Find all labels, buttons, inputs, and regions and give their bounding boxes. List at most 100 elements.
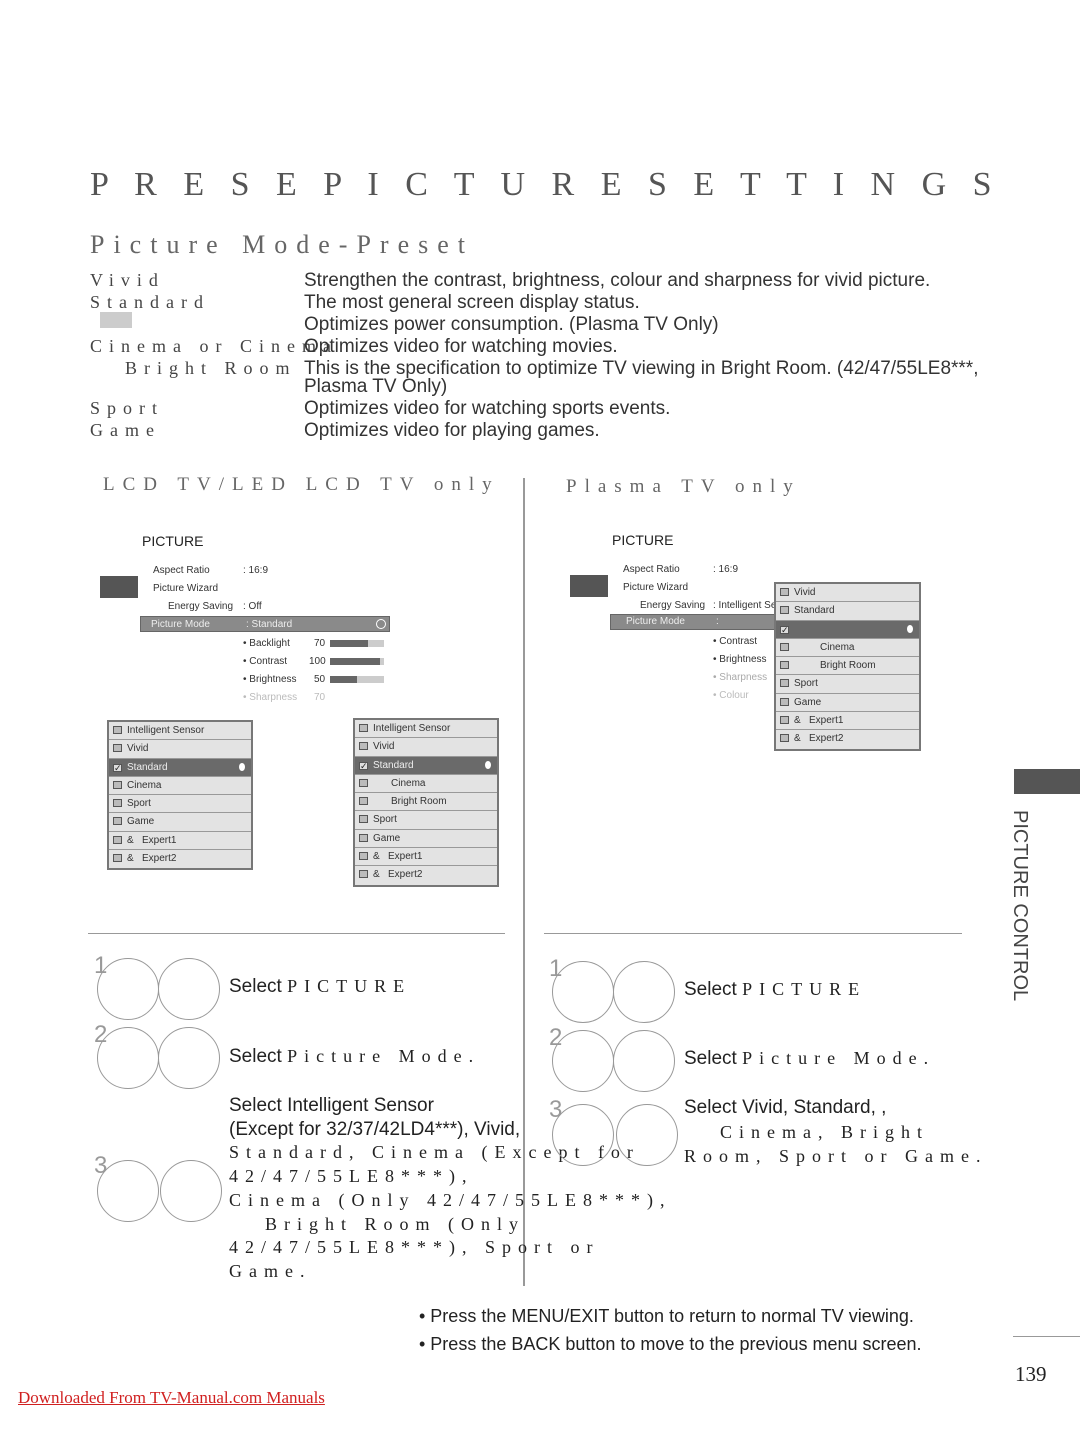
step-text: Select [684, 979, 743, 1000]
option[interactable]: & Expert1 [109, 831, 251, 851]
note: • Press the MENU/EXIT button to return t… [419, 1306, 914, 1326]
remote-button-icon [613, 1030, 675, 1092]
setting-label: • Sharpness [243, 692, 298, 703]
remote-button-icon [616, 1104, 678, 1166]
step-line: 42/47/55LE8***), Sport or [229, 1237, 600, 1258]
menu-item[interactable]: Energy Saving [640, 600, 705, 611]
mode-desc: Optimizes video for playing games. [304, 420, 600, 441]
menu-title: PICTURE [142, 533, 204, 549]
menu-item[interactable]: Picture Wizard [623, 582, 688, 593]
remote-button-icon [97, 958, 159, 1020]
option[interactable]: & Expert2 [355, 866, 497, 885]
option[interactable]: & Expert1 [776, 712, 919, 731]
step-em: Picture Mode. [742, 1048, 936, 1068]
brightness-bar[interactable] [330, 676, 384, 683]
menu-item: Picture Mode [151, 619, 210, 630]
option[interactable]: Game [355, 829, 497, 849]
option[interactable]: Cinema [109, 776, 251, 796]
menu-value: : [716, 616, 719, 627]
section-subtitle: Picture Mode-Preset [90, 230, 475, 259]
option[interactable]: Cinema [355, 774, 497, 794]
picture-mode-row[interactable]: Picture Mode : [610, 614, 776, 630]
step-em: PICTURE [742, 979, 867, 999]
step-line: Cinema (Only 42/47/55LE8***), [229, 1189, 672, 1210]
option[interactable]: Vivid [355, 738, 497, 757]
option[interactable]: Sport [109, 795, 251, 814]
setting-label: • Colour [713, 690, 749, 701]
mode-label: Bright Room [125, 358, 297, 378]
lcd-heading: LCD TV/LED LCD TV only [103, 474, 500, 495]
option-selected[interactable]: ✓ Standard [109, 758, 251, 777]
step-em: Picture Mode. [287, 1046, 481, 1066]
setting-label: • Sharpness [713, 672, 768, 683]
setting-value: 70 [314, 638, 326, 649]
plasma-heading: Plasma TV only [566, 476, 801, 497]
divider [544, 933, 962, 934]
option[interactable]: Bright Room [776, 657, 919, 676]
menu-item[interactable]: Aspect Ratio [623, 564, 680, 575]
contrast-bar[interactable] [330, 658, 384, 665]
mode-desc: Optimizes video for watching movies. [304, 336, 618, 357]
picture-mode-row[interactable]: Picture Mode : Standard [140, 616, 390, 632]
divider [88, 933, 505, 934]
option[interactable]: Sport [355, 811, 497, 830]
mode-label: Sport [90, 398, 165, 418]
side-tab-label: PICTURE CONTROL [1009, 810, 1031, 1002]
option[interactable]: Sport [776, 675, 919, 694]
step-em: PICTURE [287, 976, 412, 996]
remote-button-icon [97, 1160, 159, 1222]
step-line: Select Vivid, Standard, , [684, 1097, 887, 1118]
eco-icon [100, 312, 132, 328]
footer-link[interactable]: Downloaded From TV-Manual.com Manuals [18, 1388, 325, 1408]
option[interactable]: Game [109, 813, 251, 832]
picture-mode-dropdown-alt[interactable]: Intelligent Sensor Vivid ✓ Standard Cinem… [353, 718, 499, 887]
step-text: Select [229, 1046, 288, 1067]
menu-item[interactable]: Picture Wizard [153, 583, 218, 594]
mode-desc: Optimizes power consumption. (Plasma TV … [304, 314, 719, 335]
menu-item[interactable]: Aspect Ratio [153, 565, 210, 576]
option[interactable]: & Expert1 [355, 848, 497, 867]
picture-mode-dropdown[interactable]: Vivid Standard ✓ Cinema Bright Room Spor… [774, 582, 921, 751]
setting-value: 50 [314, 674, 326, 685]
option[interactable]: Vivid [109, 740, 251, 759]
remote-button-icon [97, 1027, 159, 1089]
setting-label: • Brightness [713, 654, 767, 665]
step-line: Bright Room (Only [265, 1213, 526, 1234]
mode-desc: Strengthen the contrast, brightness, col… [304, 270, 931, 291]
option[interactable]: & Expert2 [109, 850, 251, 869]
option[interactable]: Intelligent Sensor [355, 720, 497, 739]
menu-item[interactable]: Energy Saving [168, 601, 233, 612]
menu-item: Picture Mode [626, 616, 685, 627]
menu-value: : 16:9 [713, 564, 739, 575]
option[interactable]: Bright Room [355, 793, 497, 812]
setting-label: • Contrast [243, 656, 288, 667]
picture-icon [100, 576, 138, 598]
option-selected[interactable]: ✓ Standard [355, 756, 497, 775]
option-selected[interactable]: ✓ [776, 620, 919, 639]
setting-value: 100 [309, 656, 326, 667]
setting-value: 70 [314, 692, 326, 703]
remote-button-icon [158, 958, 220, 1020]
option[interactable]: Standard [776, 602, 919, 621]
option[interactable]: & Expert2 [776, 730, 919, 749]
page-title: P R E S E P I C T U R E S E T T I N G S [90, 166, 1001, 203]
mode-label: Standard [90, 292, 210, 312]
remote-button-icon [158, 1027, 220, 1089]
step-line: Room, Sport or Game. [684, 1146, 988, 1166]
step-text: Select [684, 1048, 743, 1069]
mode-desc: Plasma TV Only) [304, 376, 448, 397]
remote-button-icon [160, 1160, 222, 1222]
option[interactable]: Cinema [776, 638, 919, 658]
step-line: Cinema, Bright [720, 1122, 929, 1142]
option[interactable]: Intelligent Sensor [109, 722, 251, 741]
remote-button-icon [552, 1104, 614, 1166]
remote-button-icon [613, 961, 675, 1023]
setting-label: • Contrast [713, 636, 758, 647]
option[interactable]: Vivid [776, 584, 919, 603]
backlight-bar[interactable] [330, 640, 384, 647]
mode-label: Vivid [90, 270, 165, 290]
option[interactable]: Game [776, 693, 919, 713]
picture-mode-dropdown[interactable]: Intelligent Sensor Vivid ✓ Standard Cinem… [107, 720, 253, 871]
mode-label: Cinema or Cinema [90, 336, 338, 356]
step-line: Game. [229, 1260, 312, 1281]
